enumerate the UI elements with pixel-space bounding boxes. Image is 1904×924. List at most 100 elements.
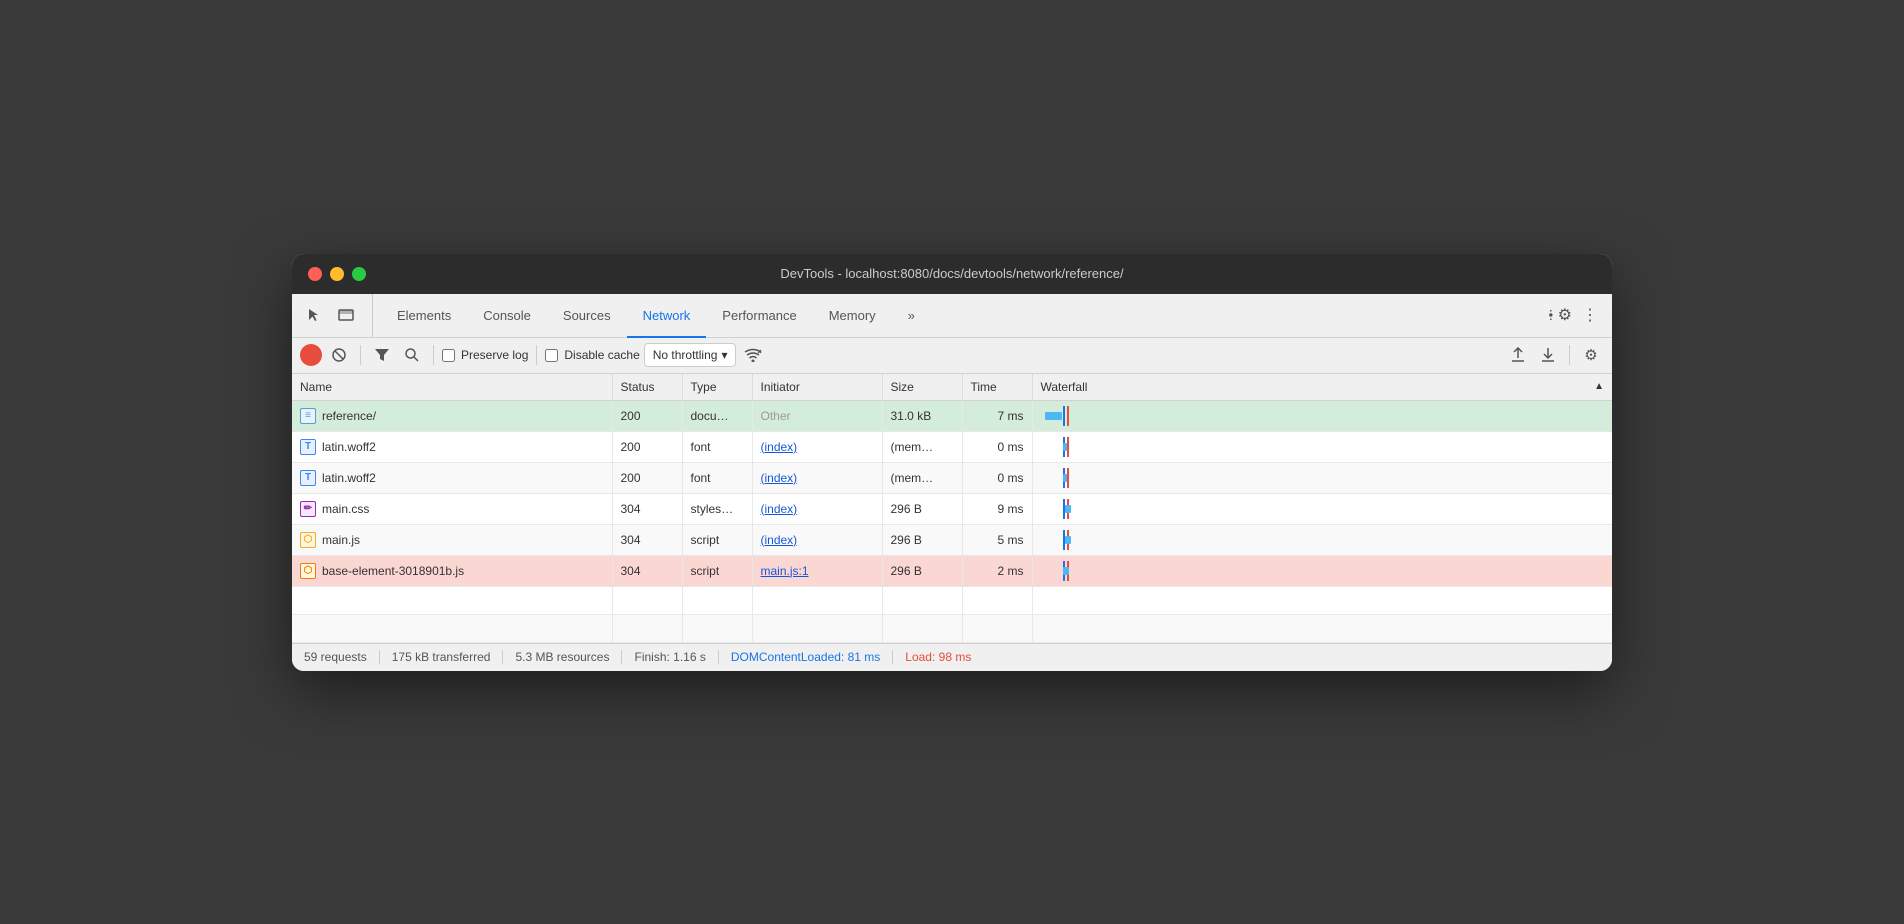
header-initiator[interactable]: Initiator (752, 374, 882, 401)
status-bar: 59 requests 175 kB transferred 5.3 MB re… (292, 643, 1612, 671)
dock-icon[interactable] (332, 301, 360, 329)
separator-2 (433, 345, 434, 365)
initiator-cell[interactable]: (index) (752, 524, 882, 555)
waterfall-cell (1032, 400, 1612, 431)
font-file-icon: T (300, 470, 316, 486)
size-cell: 296 B (882, 524, 962, 555)
filter-icon[interactable] (369, 342, 395, 368)
chevron-down-icon: ▾ (721, 348, 727, 362)
waterfall-bar (1063, 443, 1067, 451)
tab-performance[interactable]: Performance (706, 295, 812, 338)
size-cell: (mem… (882, 431, 962, 462)
toolbar-right: ⚙ (1505, 342, 1604, 368)
file-name: latin.woff2 (322, 471, 376, 485)
clear-icon[interactable] (326, 342, 352, 368)
search-icon[interactable] (399, 342, 425, 368)
css-file-icon: ✏ (300, 501, 316, 517)
separator-3 (536, 345, 537, 365)
file-name: main.js (322, 533, 360, 547)
header-type[interactable]: Type (682, 374, 752, 401)
status-cell: 304 (612, 524, 682, 555)
waterfall-bar (1065, 536, 1072, 544)
preserve-log-checkbox[interactable]: Preserve log (442, 348, 528, 362)
table-row[interactable]: ✏main.css304styles…(index)296 B9 ms (292, 493, 1612, 524)
download-icon[interactable] (1535, 342, 1561, 368)
cursor-icon[interactable] (300, 301, 328, 329)
more-options-icon[interactable]: ⋮ (1576, 301, 1604, 329)
time-cell: 2 ms (962, 555, 1032, 586)
throttle-select[interactable]: No throttling ▾ (644, 343, 737, 367)
separator-4 (1569, 345, 1570, 365)
size-cell: 296 B (882, 555, 962, 586)
type-cell: font (682, 431, 752, 462)
titlebar: DevTools - localhost:8080/docs/devtools/… (292, 254, 1612, 294)
header-waterfall[interactable]: Waterfall ▲ (1032, 374, 1612, 401)
status-requests: 59 requests (304, 650, 380, 664)
status-cell: 200 (612, 400, 682, 431)
table-row[interactable]: ⬡base-element-3018901b.js304scriptmain.j… (292, 555, 1612, 586)
initiator-link[interactable]: (index) (761, 471, 798, 485)
devtools-body: Elements Console Sources Network Perform… (292, 294, 1612, 671)
devtools-window: DevTools - localhost:8080/docs/devtools/… (292, 254, 1612, 671)
tab-elements[interactable]: Elements (381, 295, 467, 338)
status-dom-content-loaded: DOMContentLoaded: 81 ms (719, 650, 893, 664)
disable-cache-checkbox[interactable]: Disable cache (545, 348, 639, 362)
close-button[interactable] (308, 267, 322, 281)
tabs: Elements Console Sources Network Perform… (381, 294, 931, 337)
file-name: latin.woff2 (322, 440, 376, 454)
tab-network[interactable]: Network (627, 295, 707, 338)
file-name: base-element-3018901b.js (322, 564, 464, 578)
js-file-icon: ⬡ (300, 532, 316, 548)
initiator-cell[interactable]: main.js:1 (752, 555, 882, 586)
sort-arrow-icon: ▲ (1594, 381, 1604, 392)
doc-file-icon: ≡ (300, 408, 316, 424)
initiator-link[interactable]: main.js:1 (761, 564, 809, 578)
tab-more[interactable]: » (892, 295, 931, 338)
js-red-file-icon: ⬡ (300, 563, 316, 579)
disable-cache-input[interactable] (545, 349, 558, 362)
size-cell: 296 B (882, 493, 962, 524)
network-toolbar: Preserve log Disable cache No throttling… (292, 338, 1612, 374)
time-cell: 7 ms (962, 400, 1032, 431)
waterfall-bar (1065, 505, 1072, 513)
waterfall-cell (1032, 555, 1612, 586)
status-cell: 200 (612, 431, 682, 462)
traffic-lights (308, 267, 366, 281)
header-time[interactable]: Time (962, 374, 1032, 401)
initiator-link[interactable]: (index) (761, 502, 798, 516)
initiator-cell[interactable]: (index) (752, 431, 882, 462)
network-settings-icon[interactable]: ⚙ (1578, 342, 1604, 368)
time-cell: 5 ms (962, 524, 1032, 555)
initiator-link[interactable]: (index) (761, 533, 798, 547)
table-row[interactable]: Tlatin.woff2200font(index)(mem…0 ms (292, 431, 1612, 462)
preserve-log-input[interactable] (442, 349, 455, 362)
header-name[interactable]: Name (292, 374, 612, 401)
table-header-row: Name Status Type Initiator Size (292, 374, 1612, 401)
waterfall-cell (1032, 524, 1612, 555)
table-row[interactable]: ≡reference/200docu…Other31.0 kB7 ms (292, 400, 1612, 431)
minimize-button[interactable] (330, 267, 344, 281)
empty-row (292, 586, 1612, 614)
initiator-cell: Other (752, 400, 882, 431)
file-name: main.css (322, 502, 369, 516)
font-file-icon: T (300, 439, 316, 455)
wifi-settings-icon[interactable] (740, 342, 766, 368)
waterfall-bar (1063, 474, 1067, 482)
initiator-link[interactable]: (index) (761, 440, 798, 454)
tab-console[interactable]: Console (467, 295, 547, 338)
table-row[interactable]: ⬡ main.js http://localhost:8080/js/main.… (292, 524, 1612, 555)
record-button[interactable] (300, 344, 322, 366)
header-size[interactable]: Size (882, 374, 962, 401)
table-row[interactable]: Tlatin.woff2200font(index)(mem…0 ms (292, 462, 1612, 493)
tab-sources[interactable]: Sources (547, 295, 627, 338)
initiator-cell[interactable]: (index) (752, 462, 882, 493)
header-status[interactable]: Status (612, 374, 682, 401)
waterfall-red-line (1067, 437, 1069, 457)
type-cell: script (682, 524, 752, 555)
tab-bar-left-icons (300, 294, 373, 337)
maximize-button[interactable] (352, 267, 366, 281)
initiator-cell[interactable]: (index) (752, 493, 882, 524)
settings-icon[interactable]: ⚙ (1544, 301, 1572, 329)
tab-memory[interactable]: Memory (813, 295, 892, 338)
upload-icon[interactable] (1505, 342, 1531, 368)
